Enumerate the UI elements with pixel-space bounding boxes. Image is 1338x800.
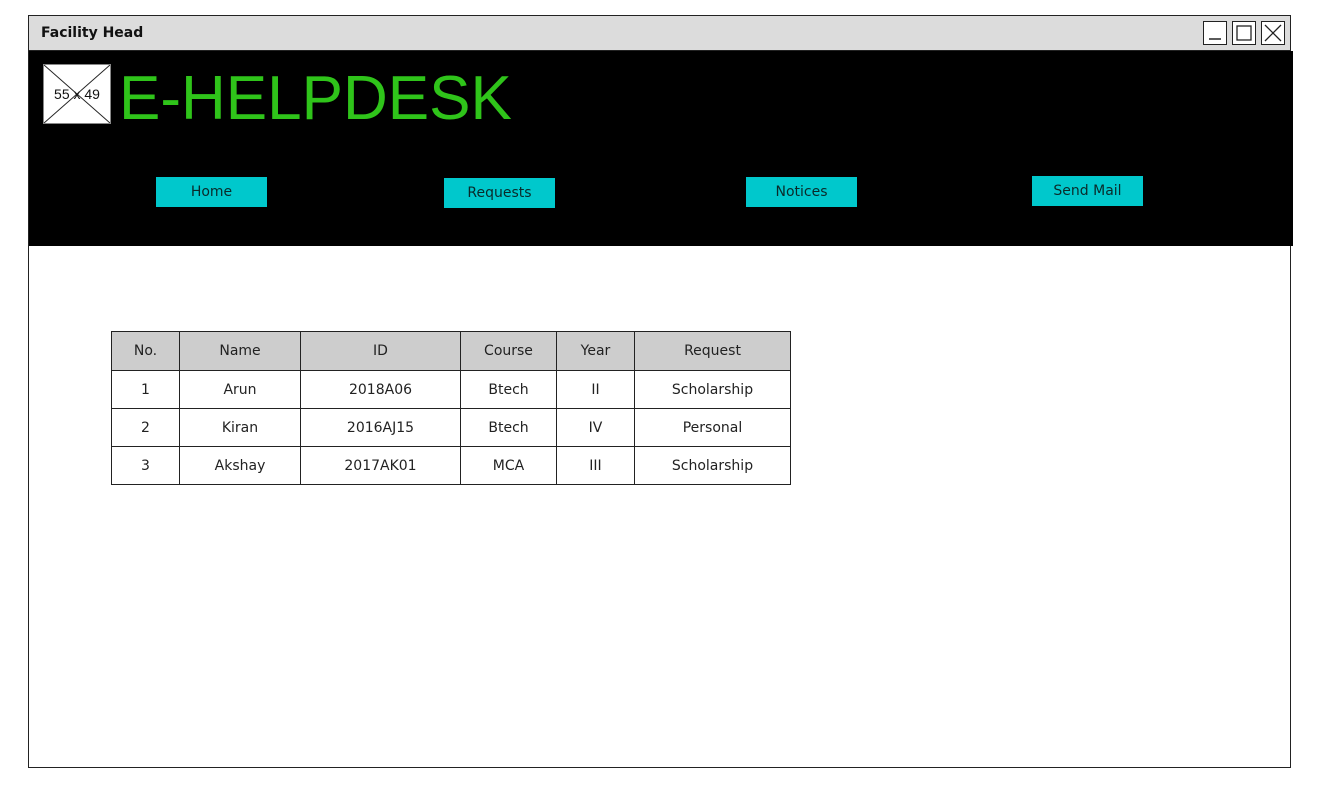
logo-placeholder-label: 55 x 49 xyxy=(54,86,100,102)
cell-id: 2016AJ15 xyxy=(300,408,461,447)
window-title: Facility Head xyxy=(41,25,144,41)
cell-request: Scholarship xyxy=(634,370,791,409)
brand-title: E-HELPDESK xyxy=(119,64,512,133)
cell-no: 3 xyxy=(111,446,180,485)
nav-home-button[interactable]: Home xyxy=(156,177,267,207)
column-header-name: Name xyxy=(179,331,301,371)
cell-year: III xyxy=(556,446,635,485)
cell-name: Akshay xyxy=(179,446,301,485)
app-header: 55 x 49 E-HELPDESK Home Requests Notices… xyxy=(29,51,1293,246)
table-header-row: No. Name ID Course Year Request xyxy=(111,331,791,371)
title-bar: Facility Head xyxy=(29,16,1290,51)
nav-requests-button[interactable]: Requests xyxy=(444,178,555,208)
cell-course: Btech xyxy=(460,370,557,409)
cell-course: Btech xyxy=(460,408,557,447)
cell-id: 2018A06 xyxy=(300,370,461,409)
column-header-course: Course xyxy=(460,331,557,371)
maximize-icon[interactable] xyxy=(1232,21,1256,45)
cell-name: Arun xyxy=(179,370,301,409)
cell-no: 2 xyxy=(111,408,180,447)
column-header-year: Year xyxy=(556,331,635,371)
logo-image-placeholder: 55 x 49 xyxy=(43,64,111,124)
requests-table: No. Name ID Course Year Request 1 Arun 2… xyxy=(111,331,791,485)
minimize-icon[interactable] xyxy=(1203,21,1227,45)
table-row[interactable]: 3 Akshay 2017AK01 MCA III Scholarship xyxy=(111,446,791,485)
cell-year: IV xyxy=(556,408,635,447)
app-window: Facility Head 55 x 49 E-HELPDESK Home Re… xyxy=(28,15,1293,768)
cell-request: Scholarship xyxy=(634,446,791,485)
cell-year: II xyxy=(556,370,635,409)
table-row[interactable]: 2 Kiran 2016AJ15 Btech IV Personal xyxy=(111,408,791,447)
column-header-no: No. xyxy=(111,331,180,371)
cell-request: Personal xyxy=(634,408,791,447)
table-row[interactable]: 1 Arun 2018A06 Btech II Scholarship xyxy=(111,370,791,409)
nav-notices-button[interactable]: Notices xyxy=(746,177,857,207)
cell-id: 2017AK01 xyxy=(300,446,461,485)
column-header-request: Request xyxy=(634,331,791,371)
cell-name: Kiran xyxy=(179,408,301,447)
close-icon[interactable] xyxy=(1261,21,1285,45)
cell-no: 1 xyxy=(111,370,180,409)
nav-send-mail-button[interactable]: Send Mail xyxy=(1032,176,1143,206)
column-header-id: ID xyxy=(300,331,461,371)
cell-course: MCA xyxy=(460,446,557,485)
